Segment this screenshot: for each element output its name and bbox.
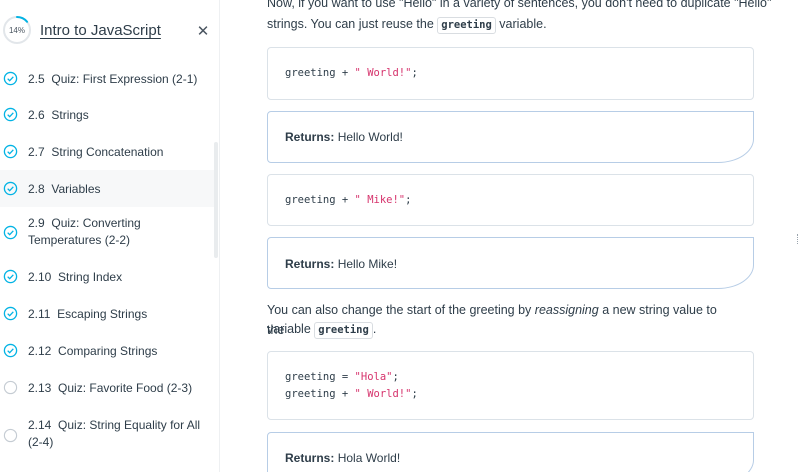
inline-code: greeting bbox=[437, 17, 496, 34]
close-icon: ✕ bbox=[196, 23, 210, 40]
intro-paragraph-line2: strings. You can just reuse the greeting… bbox=[267, 14, 737, 34]
check-circle-icon bbox=[3, 181, 18, 196]
lesson-label: 2.12 Comparing Strings bbox=[28, 344, 158, 358]
code-block[interactable]: greeting + " Mike!"; bbox=[267, 174, 754, 226]
empty-circle-icon bbox=[3, 428, 18, 443]
close-sidebar-button[interactable]: ✕ bbox=[194, 22, 212, 40]
lesson-label: 2.13 Quiz: Favorite Food (2-3) bbox=[28, 381, 193, 395]
check-circle-icon bbox=[3, 71, 18, 86]
lesson-label: 2.6 Strings bbox=[28, 108, 89, 122]
lesson-item-2-10[interactable]: 2.10 String Index bbox=[0, 258, 214, 295]
check-circle-icon bbox=[3, 144, 18, 159]
result-block: Returns: Hello Mike! bbox=[267, 237, 754, 289]
progress-percent: 14% bbox=[8, 25, 25, 35]
lesson-label: 2.11 Escaping Strings bbox=[28, 307, 148, 321]
inline-code: greeting bbox=[314, 322, 373, 339]
sidebar-header: 14% Intro to JavaScript ✕ bbox=[0, 0, 219, 62]
lesson-item-2-6[interactable]: 2.6 Strings bbox=[0, 96, 214, 133]
lesson-label: 2.5 Quiz: First Expression (2-1) bbox=[28, 72, 198, 86]
lesson-item-2-14[interactable]: 2.14 Quiz: String Equality for All (2-4) bbox=[0, 406, 214, 456]
code-block[interactable]: greeting = "Hola"; greeting + " World!"; bbox=[267, 351, 754, 420]
lesson-item-2-13[interactable]: 2.13 Quiz: Favorite Food (2-3) bbox=[0, 369, 214, 406]
lesson-sidebar: 14% Intro to JavaScript ✕ 2.5 Quiz: Firs… bbox=[0, 0, 220, 472]
result-block: Returns: Hello World! bbox=[267, 111, 754, 163]
code-line: greeting + " Mike!"; bbox=[285, 194, 412, 206]
code-line: greeting + " World!"; bbox=[285, 388, 418, 400]
lesson-content: Now, if you want to use "Hello" in a var… bbox=[220, 0, 800, 472]
result-text: Returns: Hello World! bbox=[285, 130, 403, 144]
check-circle-icon bbox=[3, 343, 18, 358]
result-text: Returns: Hola World! bbox=[285, 451, 401, 465]
lesson-list: 2.5 Quiz: First Expression (2-1) 2.6 Str… bbox=[0, 62, 214, 456]
check-circle-icon bbox=[3, 269, 18, 284]
lesson-item-2-8[interactable]: 2.8 Variables bbox=[0, 170, 214, 207]
lesson-label: 2.14 Quiz: String Equality for All (2-4) bbox=[28, 418, 201, 449]
intro-paragraph-line1: Now, if you want to use "Hello" in a var… bbox=[267, 0, 772, 10]
lesson-label: 2.7 String Concatenation bbox=[28, 145, 164, 159]
lesson-label: 2.9 Quiz: Converting Temperatures (2-2) bbox=[28, 216, 141, 247]
course-title-link[interactable]: Intro to JavaScript bbox=[40, 22, 161, 39]
lesson-label: 2.8 Variables bbox=[28, 182, 101, 196]
lesson-item-2-7[interactable]: 2.7 String Concatenation bbox=[0, 133, 214, 170]
reassign-paragraph-line2: variable greeting. bbox=[267, 319, 737, 339]
lesson-item-2-5[interactable]: 2.5 Quiz: First Expression (2-1) bbox=[0, 62, 214, 96]
lesson-item-2-11[interactable]: 2.11 Escaping Strings bbox=[0, 295, 214, 332]
check-circle-icon bbox=[3, 107, 18, 122]
result-text: Returns: Hello Mike! bbox=[285, 257, 398, 271]
result-block: Returns: Hola World! bbox=[267, 432, 754, 472]
sidebar-scrollbar[interactable] bbox=[214, 142, 218, 258]
code-line: greeting + " World!"; bbox=[285, 67, 418, 79]
lesson-item-2-9[interactable]: 2.9 Quiz: Converting Temperatures (2-2) bbox=[0, 207, 214, 258]
lesson-item-2-12[interactable]: 2.12 Comparing Strings bbox=[0, 332, 214, 369]
check-circle-icon bbox=[3, 225, 18, 240]
empty-circle-icon bbox=[3, 380, 18, 395]
lesson-label: 2.10 String Index bbox=[28, 270, 123, 284]
code-block[interactable]: greeting + " World!"; bbox=[267, 47, 754, 100]
check-circle-icon bbox=[3, 306, 18, 321]
code-line: greeting = "Hola"; bbox=[285, 371, 399, 383]
